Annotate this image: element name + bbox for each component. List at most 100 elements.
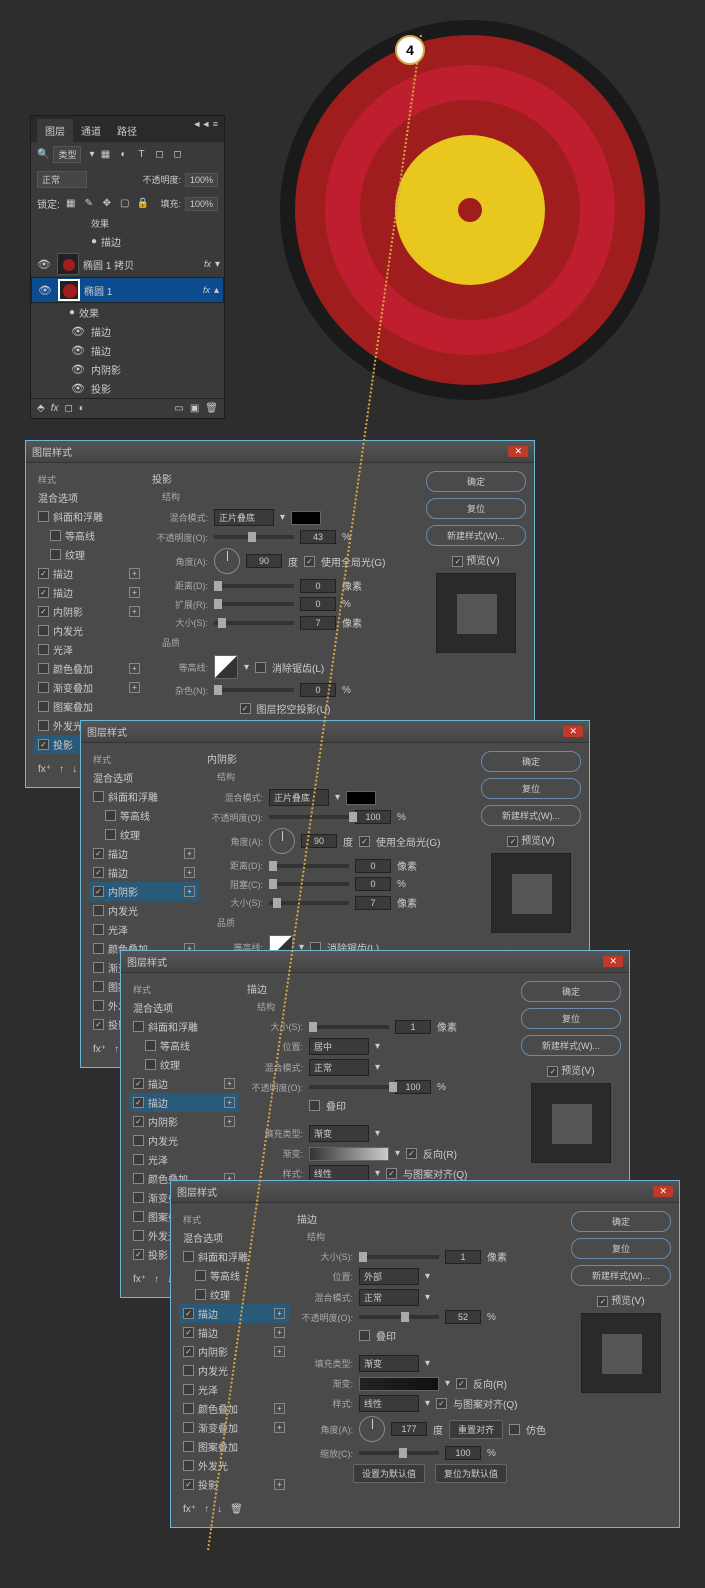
filter-adjust-icon[interactable]: ◐: [117, 148, 131, 162]
style-stroke[interactable]: 描边+: [129, 1093, 239, 1112]
lock-pixel-icon[interactable]: ▦: [64, 197, 78, 211]
style-stroke[interactable]: 描边+: [34, 564, 144, 583]
size-input[interactable]: 7: [300, 616, 336, 630]
close-icon[interactable]: ✕: [508, 446, 528, 457]
visibility-icon[interactable]: 👁: [36, 284, 54, 297]
cancel-button[interactable]: 复位: [571, 1238, 671, 1259]
layer-ellipse-1[interactable]: 👁 椭圆 1 fx▴: [31, 277, 224, 303]
fx-inner-shadow[interactable]: 👁内阴影: [31, 360, 224, 379]
style-stroke[interactable]: 描边+: [179, 1304, 289, 1323]
spread-input[interactable]: 0: [300, 597, 336, 611]
style-stroke[interactable]: 描边+: [34, 583, 144, 602]
lock-all-icon[interactable]: 🔒: [136, 197, 150, 211]
style-contour[interactable]: 等高线: [34, 526, 144, 545]
tab-paths[interactable]: 路径: [109, 119, 145, 142]
spread-slider[interactable]: [214, 602, 294, 606]
tab-layers[interactable]: 图层: [37, 119, 73, 142]
style-gradient-overlay[interactable]: 渐变叠加+: [34, 678, 144, 697]
contour-picker[interactable]: [214, 655, 238, 679]
lock-move-icon[interactable]: ✥: [100, 197, 114, 211]
close-icon[interactable]: ✕: [653, 1186, 673, 1197]
ok-button[interactable]: 确定: [521, 981, 621, 1002]
color-swatch[interactable]: [291, 511, 321, 525]
mask-icon[interactable]: ◻: [64, 403, 72, 414]
fx-stroke-1[interactable]: 👁描边: [31, 322, 224, 341]
gradient-picker[interactable]: [309, 1147, 389, 1161]
distance-slider[interactable]: [214, 584, 294, 588]
fx-down-icon[interactable]: ↓: [72, 764, 77, 775]
fx-add-icon[interactable]: fx⁺: [38, 764, 51, 775]
fx-icon[interactable]: fx: [51, 403, 59, 414]
new-style-button[interactable]: 新建样式(W)...: [481, 805, 581, 826]
fill-type-select[interactable]: 渐变: [309, 1125, 369, 1142]
angle-dial[interactable]: [214, 548, 240, 574]
lock-artboard-icon[interactable]: ▢: [118, 197, 132, 211]
layer-ellipse-copy[interactable]: 👁 椭圆 1 拷贝 fx▾: [31, 251, 224, 277]
fx-drop-shadow[interactable]: 👁投影: [31, 379, 224, 398]
ok-button[interactable]: 确定: [426, 471, 526, 492]
link-icon[interactable]: ⬘: [37, 403, 45, 414]
opacity-slider[interactable]: [214, 535, 294, 539]
blend-mode-select[interactable]: 正片叠底: [214, 509, 274, 526]
opacity-input[interactable]: 100: [355, 810, 391, 824]
close-icon[interactable]: ✕: [603, 956, 623, 967]
panel-menu-icons[interactable]: ◄◄ ≡: [192, 119, 218, 142]
layers-panel: 图层 通道 路径 ◄◄ ≡ 🔍 类型 ▾ ▦ ◐ T ◻ ◻ 正常 不透明度: …: [30, 115, 225, 419]
style-inner-glow[interactable]: 内发光: [34, 621, 144, 640]
fx-stroke-2[interactable]: 👁描边: [31, 341, 224, 360]
global-light-checkbox[interactable]: [304, 556, 315, 567]
cancel-button[interactable]: 复位: [426, 498, 526, 519]
cancel-button[interactable]: 复位: [481, 778, 581, 799]
dialog-title: 图层样式: [32, 444, 72, 459]
adjust-icon[interactable]: ◐: [79, 403, 85, 414]
style-inner-shadow[interactable]: 内阴影+: [34, 602, 144, 621]
new-layer-icon[interactable]: ▣: [190, 403, 199, 414]
filter-pixel-icon[interactable]: ▦: [99, 148, 113, 162]
style-inner-shadow[interactable]: 内阴影+: [89, 882, 199, 901]
filter-smart-icon[interactable]: ◻: [171, 148, 185, 162]
trash-icon[interactable]: 🗑: [205, 403, 218, 414]
opacity-input[interactable]: 43: [300, 530, 336, 544]
layer-style-dialog-4: 图层样式✕ 样式 混合选项 斜面和浮雕 等高线 纹理 描边+ 描边+ 内阴影+ …: [170, 1180, 680, 1528]
cancel-button[interactable]: 复位: [521, 1008, 621, 1029]
ok-button[interactable]: 确定: [571, 1211, 671, 1232]
style-texture[interactable]: 纹理: [34, 545, 144, 564]
size-input[interactable]: 1: [445, 1250, 481, 1264]
fx-list-heading: ●效果: [31, 303, 224, 322]
kind-filter[interactable]: 类型: [53, 146, 81, 163]
noise-slider[interactable]: [214, 688, 294, 692]
fx-up-icon[interactable]: ↑: [59, 764, 64, 775]
folder-icon[interactable]: ▭: [174, 403, 183, 414]
angle-input[interactable]: 90: [246, 554, 282, 568]
style-pattern-overlay[interactable]: 图案叠加: [34, 697, 144, 716]
tab-channels[interactable]: 通道: [73, 119, 109, 142]
opacity-value[interactable]: 100%: [185, 173, 218, 187]
visibility-icon[interactable]: 👁: [35, 258, 53, 271]
position-select[interactable]: 外部: [359, 1268, 419, 1285]
blend-mode-select[interactable]: 正常: [37, 171, 87, 188]
preview-thumbnail: [436, 573, 516, 653]
knockout-checkbox[interactable]: [240, 703, 251, 714]
ok-button[interactable]: 确定: [481, 751, 581, 772]
step-badge: 4: [395, 35, 425, 65]
style-blend-options[interactable]: 混合选项: [34, 488, 144, 507]
distance-input[interactable]: 0: [300, 579, 336, 593]
preview-checkbox[interactable]: [452, 556, 463, 567]
opacity-label: 不透明度:: [142, 173, 181, 186]
fill-value[interactable]: 100%: [185, 197, 218, 211]
fx-stroke-sub[interactable]: ●描边: [31, 232, 224, 251]
position-select[interactable]: 居中: [309, 1038, 369, 1055]
gradient-picker[interactable]: [359, 1377, 439, 1391]
antialias-checkbox[interactable]: [255, 662, 266, 673]
noise-input[interactable]: 0: [300, 683, 336, 697]
filter-shape-icon[interactable]: ◻: [153, 148, 167, 162]
filter-type-icon[interactable]: T: [135, 148, 149, 162]
style-satin[interactable]: 光泽: [34, 640, 144, 659]
style-bevel[interactable]: 斜面和浮雕: [34, 507, 144, 526]
lock-brush-icon[interactable]: ✎: [82, 197, 96, 211]
new-style-button[interactable]: 新建样式(W)...: [426, 525, 526, 546]
style-color-overlay[interactable]: 颜色叠加+: [34, 659, 144, 678]
size-input[interactable]: 1: [395, 1020, 431, 1034]
close-icon[interactable]: ✕: [563, 726, 583, 737]
size-slider[interactable]: [214, 621, 294, 625]
